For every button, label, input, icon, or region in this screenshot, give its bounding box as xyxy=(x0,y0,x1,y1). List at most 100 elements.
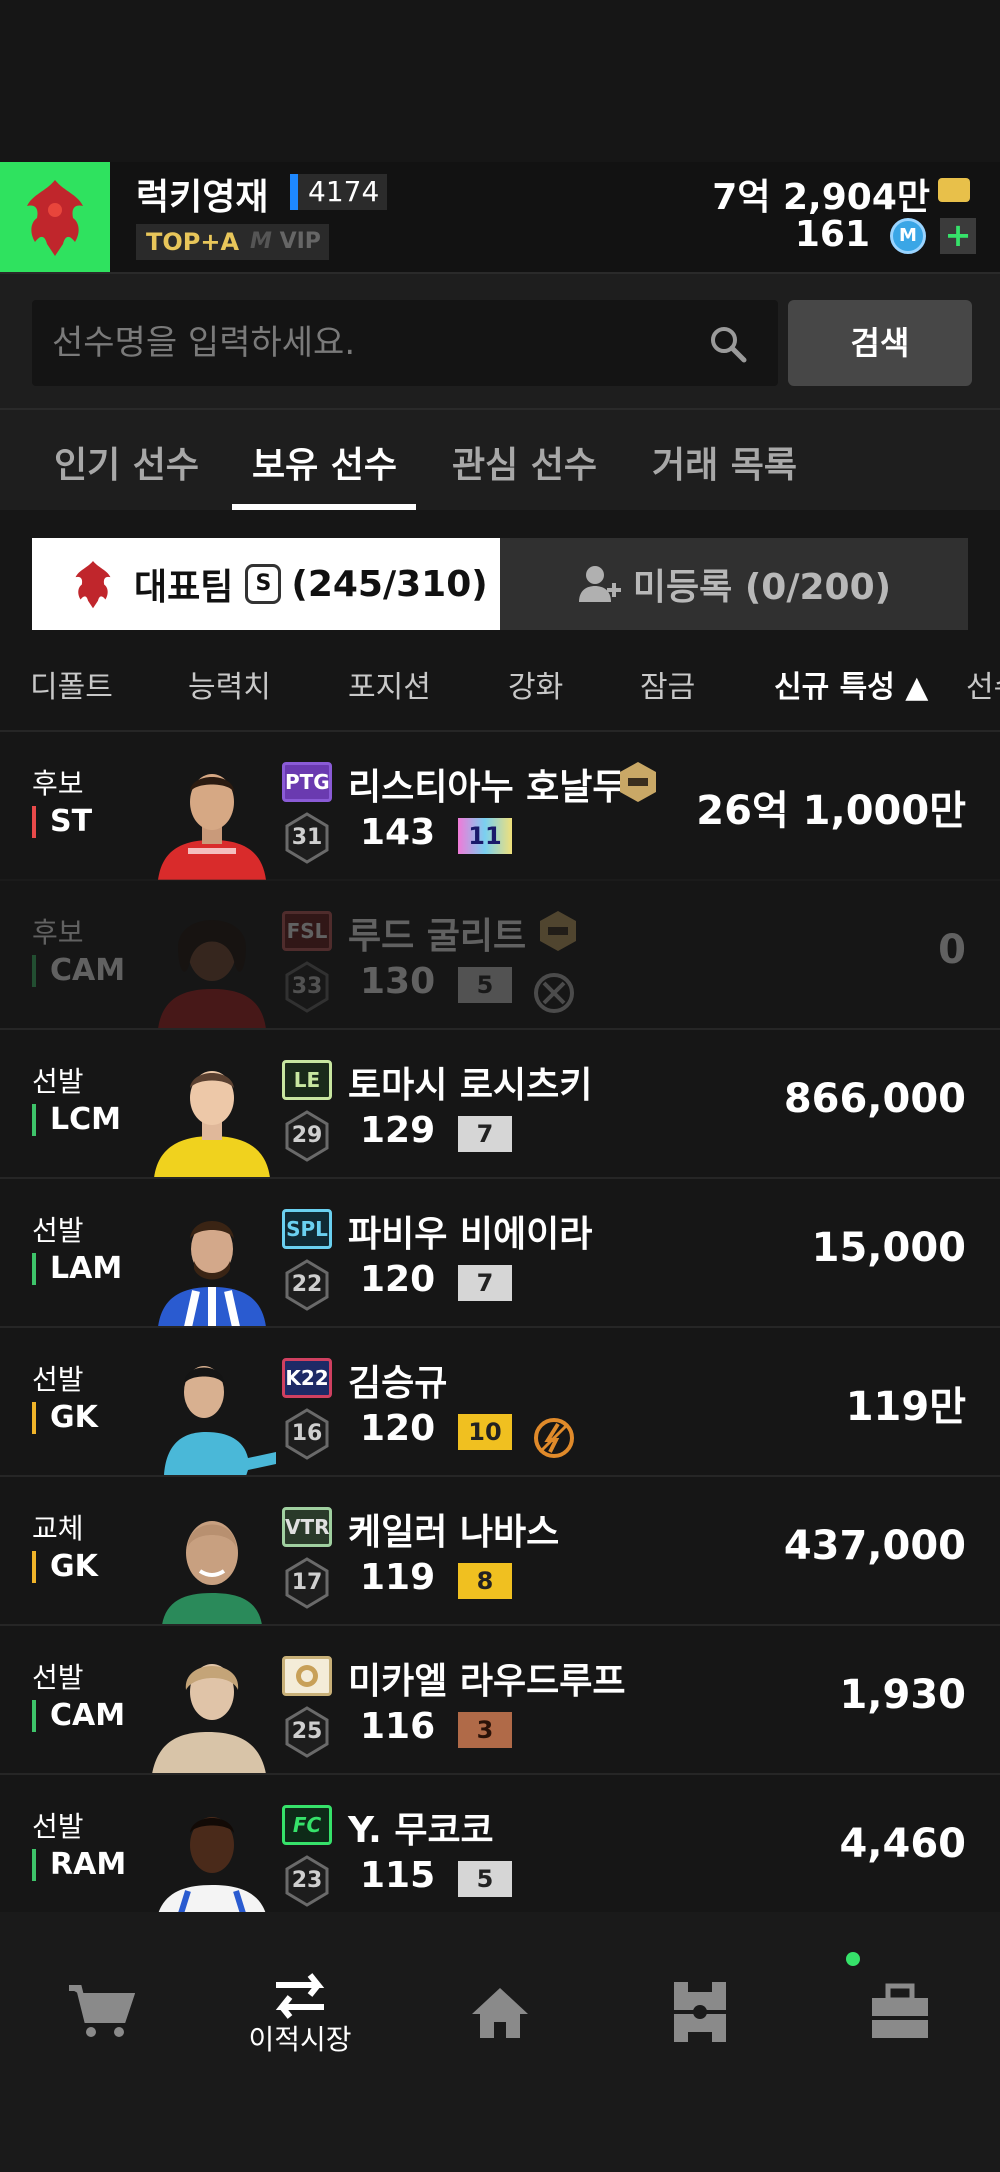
player-portrait xyxy=(158,1221,266,1327)
icon-season-emblem xyxy=(296,1665,318,1687)
salary-value-wrap: 23 xyxy=(284,1855,330,1907)
player-ovr: 115 xyxy=(360,1855,436,1896)
tab-watchlist[interactable]: 관심 선수 xyxy=(452,436,597,488)
player-portrait xyxy=(152,1664,266,1774)
player-role: 후보 xyxy=(32,767,84,800)
player-row[interactable]: 선발 RAM FC 23 Y. 무코코 115 5 4,460 xyxy=(0,1773,1000,1923)
bag-icon xyxy=(872,1983,928,2038)
main-squad-count: (245/310) xyxy=(291,563,488,605)
notification-dot xyxy=(846,1952,860,1966)
sort-player[interactable]: 선수 xyxy=(966,662,1000,706)
nav-shop[interactable] xyxy=(40,1972,160,2052)
salary-value-wrap: 29 xyxy=(284,1110,330,1162)
search-field[interactable] xyxy=(32,300,778,386)
salary-value-wrap: 25 xyxy=(284,1706,330,1758)
player-salary: 16 xyxy=(291,1421,323,1446)
trait-shield-icon xyxy=(540,911,576,951)
username: 럭키영재 xyxy=(136,177,269,218)
player-row[interactable]: 후보 CAM FSL 33 루드 굴리트 130 5 0 xyxy=(0,879,1000,1029)
add-currency-button[interactable]: + xyxy=(940,218,976,254)
player-tabs: 인기 선수 보유 선수 관심 선수 거래 목록 xyxy=(0,410,1000,510)
sort-ability[interactable]: 능력치 xyxy=(188,662,271,706)
transfer-arrows-icon xyxy=(275,1973,325,2019)
tab-trade-history[interactable]: 거래 목록 xyxy=(652,436,797,488)
tab-owned[interactable]: 보유 선수 xyxy=(252,436,397,488)
sort-bar: 디폴트 능력치 포지션 강화 잠금 신규 특성 ▲ 선수 xyxy=(0,652,1000,730)
active-tab-indicator xyxy=(232,504,416,510)
season-badge xyxy=(282,1656,332,1696)
player-salary: 33 xyxy=(291,974,323,999)
trait-locked-icon xyxy=(534,973,574,1013)
sort-new-trait[interactable]: 신규 특성 ▲ xyxy=(774,662,928,706)
player-role: 선발 xyxy=(32,1214,84,1247)
enhance-grade: 11 xyxy=(458,818,512,854)
nav-home[interactable] xyxy=(440,1972,560,2052)
player-row[interactable]: 선발 LAM SPL 22 파비우 비에이라 120 7 15,000 xyxy=(0,1177,1000,1327)
player-salary: 29 xyxy=(291,1123,323,1148)
player-row[interactable]: 선발 GK K22 16 김승규 120 10 119만 xyxy=(0,1326,1000,1476)
vip-badge: M VIP xyxy=(242,224,329,260)
player-position: GK xyxy=(32,1402,98,1434)
player-ovr: 119 xyxy=(360,1557,436,1598)
sort-default[interactable]: 디폴트 xyxy=(30,662,113,706)
player-role: 선발 xyxy=(32,1363,84,1396)
search-icon[interactable] xyxy=(708,324,748,364)
player-name: 리스티아누 호날두 xyxy=(348,767,626,808)
rank-badge: TOP+A xyxy=(136,224,250,260)
home-icon xyxy=(472,1988,528,2038)
tab-popular[interactable]: 인기 선수 xyxy=(54,436,199,488)
player-salary: 22 xyxy=(291,1272,323,1297)
player-portrait xyxy=(156,1817,268,1923)
team-crest[interactable] xyxy=(0,162,110,272)
player-ovr: 130 xyxy=(360,961,436,1002)
player-name: 파비우 비에이라 xyxy=(348,1214,593,1255)
season-badge: LE xyxy=(282,1060,332,1100)
player-name: 루드 굴리트 xyxy=(348,916,527,957)
griffin-emblem-icon xyxy=(27,180,83,256)
nav-squad[interactable] xyxy=(640,1972,760,2052)
enhance-grade: 3 xyxy=(458,1712,512,1748)
season-badge: PTG xyxy=(282,762,332,802)
player-row[interactable]: 후보 ST PTG 31 리스티아누 호날두 143 11 26억 1,000만 xyxy=(0,730,1000,880)
squad-segment: 대표팀 S (245/310) 미등록 (0/200) xyxy=(32,538,968,630)
player-price: 1,930 xyxy=(839,1672,966,1718)
player-row[interactable]: 선발 CAM 25 미카엘 라우드루프 116 3 1,930 xyxy=(0,1624,1000,1774)
bp-coin-icon xyxy=(938,178,970,202)
nav-locker[interactable] xyxy=(840,1972,960,2052)
player-name: 김승규 xyxy=(348,1363,448,1404)
player-salary: 17 xyxy=(291,1570,323,1595)
player-role: 후보 xyxy=(32,916,84,949)
player-portrait xyxy=(158,774,266,880)
player-portrait xyxy=(164,1366,276,1476)
player-row[interactable]: 교체 GK VTR 17 케일러 나바스 119 8 437,000 xyxy=(0,1475,1000,1625)
player-row[interactable]: 선발 LCM LE 29 토마시 로시츠키 129 7 866,000 xyxy=(0,1028,1000,1178)
player-ovr: 120 xyxy=(360,1408,436,1449)
player-list: 후보 ST PTG 31 리스티아누 호날두 143 11 26억 1,000만… xyxy=(0,730,1000,1923)
cart-icon xyxy=(69,1985,135,2037)
player-role: 선발 xyxy=(32,1065,84,1098)
enhance-grade: 5 xyxy=(458,1861,512,1897)
nav-transfer-label: 이적시장 xyxy=(248,2023,352,2056)
search-input[interactable] xyxy=(52,300,692,386)
player-ovr: 116 xyxy=(360,1706,436,1747)
sort-position[interactable]: 포지션 xyxy=(348,662,431,706)
pitch-icon xyxy=(674,1982,726,2042)
player-salary: 23 xyxy=(291,1868,323,1893)
player-portrait xyxy=(162,1521,262,1625)
unregistered-toggle[interactable]: 미등록 (0/200) xyxy=(500,538,968,630)
player-price: 866,000 xyxy=(783,1076,966,1122)
player-ovr: 120 xyxy=(360,1259,436,1300)
sort-lock[interactable]: 잠금 xyxy=(640,662,695,706)
enhance-grade: 7 xyxy=(458,1265,512,1301)
player-name: 미카엘 라우드루프 xyxy=(348,1661,626,1702)
main-squad-toggle[interactable]: 대표팀 S (245/310) xyxy=(32,538,500,630)
squad-s-badge: S xyxy=(245,564,282,604)
sort-enhance[interactable]: 강화 xyxy=(508,662,563,706)
level-badge: 4174 xyxy=(290,174,388,210)
search-button[interactable]: 검색 xyxy=(788,300,972,386)
season-badge: K22 xyxy=(282,1358,332,1398)
player-price: 15,000 xyxy=(811,1225,966,1271)
player-ovr: 129 xyxy=(360,1110,436,1151)
season-badge: FSL xyxy=(282,911,332,951)
player-price: 0 xyxy=(938,927,966,973)
